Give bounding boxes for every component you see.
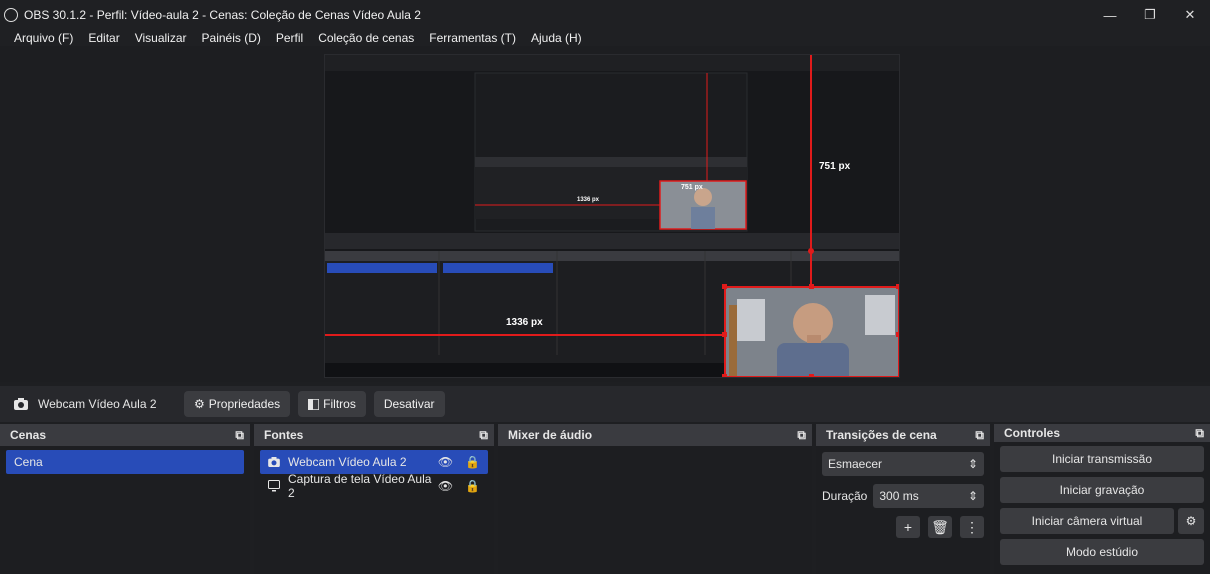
- sources-dock: Fontes ⧉ Webcam Vídeo Aula 2 👁 🔒 Captura…: [254, 424, 494, 574]
- duration-row: Duração 300 ms ⇕: [822, 484, 984, 508]
- controls-header: Controles ⧉: [994, 424, 1210, 442]
- visibility-eye-icon[interactable]: 👁: [438, 455, 453, 469]
- preview-area: 751 px 1336 px 751 px 1336 px: [0, 46, 1210, 382]
- sources-list: Webcam Vídeo Aula 2 👁 🔒 Captura de tela …: [254, 446, 494, 574]
- undock-icon[interactable]: ⧉: [797, 428, 806, 443]
- scenes-header: Cenas ⧉: [0, 424, 250, 446]
- source-item[interactable]: Captura de tela Vídeo Aula 2 👁 🔒: [260, 472, 488, 500]
- studio-mode-button[interactable]: Modo estúdio: [1000, 539, 1204, 565]
- minimize-button[interactable]: —: [1090, 0, 1130, 30]
- window-title: OBS 30.1.2 - Perfil: Vídeo-aula 2 - Cena…: [24, 8, 421, 22]
- studio-mode-label: Modo estúdio: [1065, 545, 1139, 559]
- selected-source-name: Webcam Vídeo Aula 2: [38, 397, 157, 411]
- inner-vertical-label: 751 px: [681, 184, 703, 191]
- controls-dock: Controles ⧉ Iniciar transmissão Iniciar …: [994, 424, 1210, 574]
- source-item[interactable]: Webcam Vídeo Aula 2 👁 🔒: [260, 450, 488, 474]
- restore-button[interactable]: ❐: [1130, 0, 1170, 30]
- selected-source: Webcam Vídeo Aula 2: [14, 397, 176, 411]
- spinner-arrows-icon: ⇕: [967, 457, 978, 471]
- camera-icon: [268, 457, 280, 467]
- properties-button[interactable]: ⚙ Propriedades: [184, 391, 291, 417]
- docks: Cenas ⧉ Cena Fontes ⧉ Webcam Vídeo Aula …: [0, 424, 1210, 574]
- filter-icon: [308, 398, 320, 410]
- gear-icon: ⚙: [1185, 514, 1197, 528]
- start-streaming-button[interactable]: Iniciar transmissão: [1000, 446, 1204, 472]
- virtual-camera-settings-button[interactable]: ⚙: [1178, 508, 1204, 534]
- scene-item[interactable]: Cena: [6, 450, 244, 474]
- sources-header: Fontes ⧉: [254, 424, 494, 446]
- mixer-body: [498, 446, 812, 574]
- controls-title: Controles: [1004, 426, 1061, 440]
- menu-ajuda[interactable]: Ajuda (H): [521, 31, 587, 45]
- properties-label: Propriedades: [208, 397, 281, 411]
- horizontal-distance-label: 1336 px: [506, 317, 543, 328]
- scene-item-label: Cena: [14, 455, 43, 469]
- source-item-label: Webcam Vídeo Aula 2: [288, 455, 407, 469]
- audio-mixer-dock: Mixer de áudio ⧉: [498, 424, 812, 574]
- duration-input[interactable]: 300 ms ⇕: [873, 484, 984, 508]
- start-recording-label: Iniciar gravação: [1059, 483, 1145, 497]
- controls-body: Iniciar transmissão Iniciar gravação Ini…: [994, 442, 1210, 574]
- monitor-icon: [268, 480, 280, 492]
- transitions-dock: Transições de cena ⧉ Esmaecer ⇕ Duração …: [816, 424, 990, 574]
- undock-icon[interactable]: ⧉: [479, 428, 488, 443]
- source-context-bar: Webcam Vídeo Aula 2 ⚙ Propriedades Filtr…: [0, 386, 1210, 422]
- virtual-cam-row: Iniciar câmera virtual ⚙: [1000, 508, 1204, 539]
- duration-value: 300 ms: [879, 489, 919, 503]
- scenes-list: Cena: [0, 446, 250, 574]
- lock-icon[interactable]: 🔒: [465, 455, 480, 469]
- filters-button[interactable]: Filtros: [298, 391, 366, 417]
- deactivate-label: Desativar: [383, 397, 435, 411]
- title-bar: OBS 30.1.2 - Perfil: Vídeo-aula 2 - Cena…: [0, 0, 1210, 30]
- transition-select[interactable]: Esmaecer ⇕: [822, 452, 984, 476]
- remove-transition-button[interactable]: 🗑: [928, 516, 952, 538]
- menu-paineis[interactable]: Painéis (D): [192, 31, 266, 45]
- menu-ferramentas[interactable]: Ferramentas (T): [419, 31, 521, 45]
- scenes-title: Cenas: [10, 428, 47, 442]
- undock-icon[interactable]: ⧉: [1195, 426, 1204, 441]
- undock-icon[interactable]: ⧉: [235, 428, 244, 443]
- vertical-distance-label: 751 px: [819, 161, 851, 172]
- transitions-header: Transições de cena ⧉: [816, 424, 990, 446]
- visibility-eye-icon[interactable]: 👁: [438, 479, 453, 493]
- window-controls: — ❐ ✕: [1090, 0, 1210, 30]
- filters-label: Filtros: [323, 397, 356, 411]
- scenes-dock: Cenas ⧉ Cena: [0, 424, 250, 574]
- transitions-body: Esmaecer ⇕ Duração 300 ms ⇕ + 🗑 ⋮: [816, 446, 990, 574]
- spinner-arrows-icon: ⇕: [967, 489, 978, 503]
- obs-logo-icon: [4, 8, 18, 22]
- transition-menu-button[interactable]: ⋮: [960, 516, 984, 538]
- mixer-header: Mixer de áudio ⧉: [498, 424, 812, 446]
- close-button[interactable]: ✕: [1170, 0, 1210, 30]
- mixer-title: Mixer de áudio: [508, 428, 593, 442]
- menu-colecao-de-cenas[interactable]: Coleção de cenas: [308, 31, 419, 45]
- start-streaming-label: Iniciar transmissão: [1051, 452, 1153, 466]
- transition-selected: Esmaecer: [828, 457, 883, 471]
- preview-canvas: 751 px 1336 px 751 px 1336 px: [325, 55, 899, 377]
- menu-visualizar[interactable]: Visualizar: [125, 31, 192, 45]
- add-transition-button[interactable]: +: [896, 516, 920, 538]
- start-virtual-camera-label: Iniciar câmera virtual: [1031, 514, 1143, 528]
- menu-perfil[interactable]: Perfil: [266, 31, 308, 45]
- transitions-title: Transições de cena: [826, 428, 937, 442]
- deactivate-button[interactable]: Desativar: [373, 391, 445, 417]
- start-recording-button[interactable]: Iniciar gravação: [1000, 477, 1204, 503]
- sources-title: Fontes: [264, 428, 304, 442]
- duration-label: Duração: [822, 489, 868, 503]
- program-preview[interactable]: 751 px 1336 px 751 px 1336 px: [324, 54, 900, 378]
- menu-bar: Arquivo (F) Editar Visualizar Painéis (D…: [0, 30, 1210, 46]
- camera-icon: [14, 398, 28, 410]
- menu-arquivo[interactable]: Arquivo (F): [0, 31, 78, 45]
- undock-icon[interactable]: ⧉: [975, 428, 984, 443]
- start-virtual-camera-button[interactable]: Iniciar câmera virtual: [1000, 508, 1174, 534]
- lock-icon[interactable]: 🔒: [465, 479, 480, 493]
- menu-editar[interactable]: Editar: [78, 31, 124, 45]
- gear-icon: ⚙: [194, 397, 205, 411]
- source-item-label: Captura de tela Vídeo Aula 2: [288, 472, 432, 500]
- inner-horizontal-label: 1336 px: [577, 197, 600, 203]
- transition-tools: + 🗑 ⋮: [822, 516, 984, 538]
